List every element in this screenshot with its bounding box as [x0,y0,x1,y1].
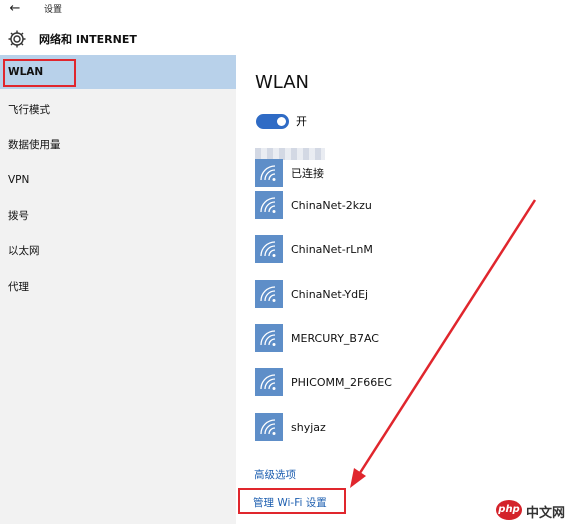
window-title: 设置 [44,5,63,15]
section-header: 网络和 INTERNET [0,26,574,52]
sidebar-item-vpn[interactable]: VPN [0,163,236,197]
network-item[interactable]: ChinaNet-YdEj [255,277,368,311]
toggle-label: 开 [296,115,307,128]
network-item[interactable]: ChinaNet-rLnM [255,232,373,266]
wifi-icon [255,235,283,263]
wifi-icon [255,280,283,308]
sidebar-item-label: WLAN [8,66,44,78]
network-item-connected[interactable]: 已连接 [255,156,324,190]
sidebar-item-label: 代理 [8,280,29,293]
sidebar-item-label: VPN [8,174,30,186]
network-name: ChinaNet-rLnM [291,242,373,256]
network-name: MERCURY_B7AC [291,331,379,345]
sidebar: WLAN 飞行模式 数据使用量 VPN 拨号 以太网 代理 [0,55,236,524]
wlan-toggle[interactable] [256,114,289,129]
network-item[interactable]: PHICOMM_2F66EC [255,365,392,399]
network-item[interactable]: MERCURY_B7AC [255,321,379,355]
wifi-icon [255,413,283,441]
gear-icon [8,30,26,48]
network-item[interactable]: shyjaz [255,410,326,444]
sidebar-item-airplane-mode[interactable]: 飞行模式 [0,92,236,126]
back-arrow-icon[interactable]: ← [0,0,30,17]
wifi-icon [255,159,283,187]
sidebar-item-ethernet[interactable]: 以太网 [0,233,236,267]
advanced-options-link[interactable]: 高级选项 [254,467,296,482]
sidebar-item-wlan[interactable]: WLAN [0,55,236,89]
page-title: WLAN [255,72,310,93]
sidebar-item-label: 数据使用量 [8,138,61,151]
watermark-text: 中文网 [526,506,566,521]
wifi-icon [255,368,283,396]
network-item[interactable]: ChinaNet-2kzu [255,188,372,222]
sidebar-item-dialup[interactable]: 拨号 [0,198,236,232]
sidebar-item-data-usage[interactable]: 数据使用量 [0,127,236,161]
wifi-icon [255,324,283,352]
sidebar-item-label: 拨号 [8,209,29,222]
network-name: ChinaNet-YdEj [291,287,369,301]
manage-wifi-settings-link[interactable]: 管理 Wi-Fi 设置 [253,495,327,510]
network-name: PHICOMM_2F66EC [291,375,392,389]
watermark-logo: php [496,500,522,520]
section-title: 网络和 INTERNET [39,33,137,46]
network-name: shyjaz [291,420,326,434]
network-name: ChinaNet-2kzu [291,198,372,212]
sidebar-item-label: 飞行模式 [8,103,50,116]
network-status: 已连接 [291,167,324,180]
toggle-knob [277,117,286,126]
wifi-icon [255,191,283,219]
title-bar: ← 设置 [0,0,574,17]
main-content: WLAN 开 已连接 ChinaNet-2kzu ChinaNet-rLnM C… [236,55,574,524]
sidebar-item-proxy[interactable]: 代理 [0,269,236,303]
sidebar-item-label: 以太网 [8,244,40,257]
